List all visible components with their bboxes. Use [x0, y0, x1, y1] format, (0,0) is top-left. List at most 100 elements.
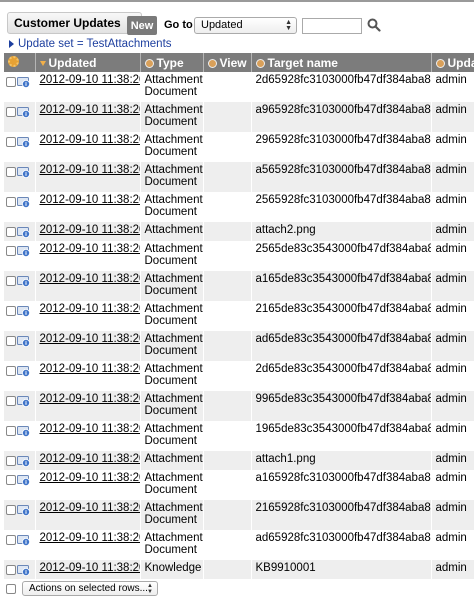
row-checkbox[interactable] — [6, 306, 16, 316]
table-row[interactable]: 2012-09-10 11:38:20 Attachment Document 996… — [4, 391, 474, 421]
updated-link[interactable]: 2012-09-10 11:38:20 — [40, 333, 140, 345]
column-menu-icon[interactable] — [144, 58, 154, 68]
updated-link[interactable]: 2012-09-10 11:38:20 — [40, 363, 140, 375]
row-checkbox[interactable] — [6, 456, 16, 466]
record-info-icon[interactable] — [17, 227, 30, 238]
updated-link[interactable]: 2012-09-10 11:38:20 — [40, 74, 140, 86]
cell-target-name: 2165de83c3543000fb47df384aba8fde — [251, 301, 432, 331]
updated-link[interactable]: 2012-09-10 11:38:20 — [40, 453, 140, 465]
column-options-header[interactable] — [4, 53, 36, 72]
updated-link[interactable]: 2012-09-10 11:38:20 — [40, 472, 140, 484]
table-row[interactable]: 2012-09-10 11:38:20 Attachment Document 256… — [4, 241, 474, 271]
filter-breadcrumb-text[interactable]: Update set = TestAttachments — [18, 38, 172, 50]
table-row[interactable]: 2012-09-10 11:38:20 Attachment Document 216… — [4, 301, 474, 331]
type-line-1: Attachment — [144, 273, 203, 285]
record-info-icon[interactable] — [17, 505, 30, 516]
updated-link[interactable]: 2012-09-10 11:38:20 — [40, 562, 140, 574]
table-row[interactable]: 2012-09-10 11:38:20 Knowledge KB9910001 adm… — [4, 560, 474, 579]
column-label-updated: Updated — [48, 55, 97, 70]
record-info-icon[interactable] — [17, 167, 30, 178]
record-info-icon[interactable] — [17, 137, 30, 148]
row-checkbox[interactable] — [6, 535, 16, 545]
record-info-icon[interactable] — [17, 246, 30, 257]
table-row[interactable]: 2012-09-10 11:38:20 Attachment Document a56… — [4, 162, 474, 192]
table-row[interactable]: 2012-09-10 11:38:20 Attachment Document a96… — [4, 102, 474, 132]
column-header-updated-by[interactable]: Upda — [431, 53, 474, 72]
updated-link[interactable]: 2012-09-10 11:38:20 — [40, 164, 140, 176]
updates-table: Updated Type View Target name Upda 2012-… — [4, 53, 474, 579]
record-info-icon[interactable] — [17, 276, 30, 287]
row-checkbox[interactable] — [6, 197, 16, 207]
filter-breadcrumb[interactable]: Update set = TestAttachments — [9, 38, 172, 50]
table-row[interactable]: 2012-09-10 11:38:20 Attachment Document ad6… — [4, 331, 474, 361]
search-icon[interactable] — [367, 18, 381, 32]
row-select-cell — [4, 301, 36, 331]
cell-target-name: 2565de83c3543000fb47df384aba8fdf — [251, 241, 432, 271]
updated-link[interactable]: 2012-09-10 11:38:20 — [40, 224, 140, 236]
cell-type: Attachment Document — [140, 331, 204, 361]
table-row[interactable]: 2012-09-10 11:38:20 Attachment Document 2d6… — [4, 72, 474, 102]
record-info-icon[interactable] — [17, 77, 30, 88]
table-row[interactable]: 2012-09-10 11:38:20 Attachment Document 216… — [4, 500, 474, 530]
row-checkbox[interactable] — [6, 565, 16, 575]
select-all-checkbox[interactable] — [6, 583, 16, 594]
updated-link[interactable]: 2012-09-10 11:38:20 — [40, 502, 140, 514]
table-row[interactable]: 2012-09-10 11:38:20 Attachment Document 2d6… — [4, 361, 474, 391]
table-row[interactable]: 2012-09-10 11:38:20 Attachment attach2.png… — [4, 222, 474, 241]
record-info-icon[interactable] — [17, 475, 30, 486]
record-info-icon[interactable] — [17, 396, 30, 407]
row-checkbox[interactable] — [6, 167, 16, 177]
new-button[interactable]: New — [127, 16, 157, 35]
table-row[interactable]: 2012-09-10 11:38:20 Attachment Document a16… — [4, 271, 474, 301]
search-input[interactable] — [302, 18, 362, 34]
column-header-view[interactable]: View — [203, 53, 252, 72]
column-header-updated[interactable]: Updated — [35, 53, 141, 72]
updated-link[interactable]: 2012-09-10 11:38:20 — [40, 532, 140, 544]
updated-link[interactable]: 2012-09-10 11:38:20 — [40, 393, 140, 405]
type-line-1: Attachment — [144, 502, 203, 514]
row-checkbox[interactable] — [6, 505, 16, 515]
actions-select[interactable]: Actions on selected rows... ▲ ▼ — [22, 581, 158, 596]
table-row[interactable]: 2012-09-10 11:38:20 Attachment Document 256… — [4, 192, 474, 222]
record-info-icon[interactable] — [17, 336, 30, 347]
column-menu-icon[interactable] — [255, 58, 265, 68]
row-checkbox[interactable] — [6, 227, 16, 237]
goto-field-select[interactable]: Updated ▲ ▼ — [194, 17, 297, 34]
updated-link[interactable]: 2012-09-10 11:38:20 — [40, 273, 140, 285]
table-row[interactable]: 2012-09-10 11:38:20 Attachment attach1.png… — [4, 451, 474, 470]
record-info-icon[interactable] — [17, 197, 30, 208]
row-checkbox[interactable] — [6, 366, 16, 376]
row-checkbox[interactable] — [6, 137, 16, 147]
table-row[interactable]: 2012-09-10 11:38:20 Attachment Document a16… — [4, 470, 474, 500]
row-checkbox[interactable] — [6, 107, 16, 117]
record-info-icon[interactable] — [17, 306, 30, 317]
updated-link[interactable]: 2012-09-10 11:38:20 — [40, 134, 140, 146]
gear-icon[interactable] — [8, 55, 19, 67]
row-checkbox[interactable] — [6, 246, 16, 256]
record-info-icon[interactable] — [17, 107, 30, 118]
list-title-menu[interactable]: Customer Updates — [7, 12, 142, 34]
row-checkbox[interactable] — [6, 276, 16, 286]
column-menu-icon[interactable] — [435, 58, 445, 68]
row-checkbox[interactable] — [6, 396, 16, 406]
row-checkbox[interactable] — [6, 77, 16, 87]
updated-link[interactable]: 2012-09-10 11:38:20 — [40, 194, 140, 206]
table-row[interactable]: 2012-09-10 11:38:20 Attachment Document ad6… — [4, 530, 474, 560]
updated-link[interactable]: 2012-09-10 11:38:20 — [40, 104, 140, 116]
record-info-icon[interactable] — [17, 366, 30, 377]
column-menu-icon[interactable] — [207, 58, 217, 68]
record-info-icon[interactable] — [17, 565, 30, 576]
record-info-icon[interactable] — [17, 535, 30, 546]
table-row[interactable]: 2012-09-10 11:38:20 Attachment Document 196… — [4, 421, 474, 451]
row-checkbox[interactable] — [6, 336, 16, 346]
updated-link[interactable]: 2012-09-10 11:38:20 — [40, 243, 140, 255]
record-info-icon[interactable] — [17, 426, 30, 437]
table-row[interactable]: 2012-09-10 11:38:20 Attachment Document 296… — [4, 132, 474, 162]
row-checkbox[interactable] — [6, 475, 16, 485]
updated-link[interactable]: 2012-09-10 11:38:20 — [40, 303, 140, 315]
row-checkbox[interactable] — [6, 426, 16, 436]
record-info-icon[interactable] — [17, 456, 30, 467]
column-header-type[interactable]: Type — [140, 53, 204, 72]
updated-link[interactable]: 2012-09-10 11:38:20 — [40, 423, 140, 435]
column-header-target-name[interactable]: Target name — [251, 53, 432, 72]
